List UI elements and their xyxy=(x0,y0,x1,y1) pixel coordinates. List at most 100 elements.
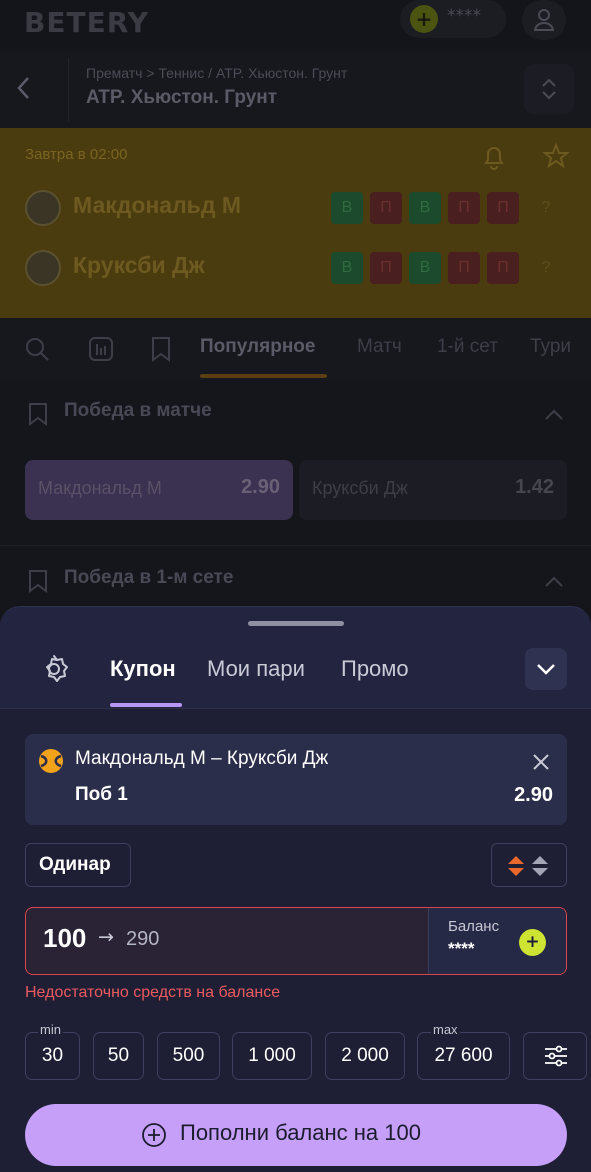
form-result: П xyxy=(487,192,519,224)
chevron-up-icon[interactable] xyxy=(544,573,564,592)
tab-match[interactable]: Матч xyxy=(357,336,402,358)
error-message: Недостаточно средств на балансе xyxy=(25,984,281,1001)
quick-stake-chip[interactable]: 50 xyxy=(93,1032,144,1080)
quick-stake-chip[interactable]: 1 000 xyxy=(232,1032,312,1080)
close-icon[interactable] xyxy=(531,752,551,776)
form-result: В xyxy=(331,192,363,224)
balance-value: **** xyxy=(448,939,475,958)
tab-first-set[interactable]: 1-й сет xyxy=(437,336,498,358)
collapse-button[interactable] xyxy=(525,648,567,690)
form-result: П xyxy=(448,252,480,284)
form-result: В xyxy=(409,192,441,224)
chevron-left-icon xyxy=(17,77,29,99)
quick-stake-chip[interactable]: 500 xyxy=(157,1032,220,1080)
breadcrumb-bar: Прематч > Теннис / ATP. Хьюстон. Грунт A… xyxy=(0,52,591,128)
brand-logo[interactable]: BETERY xyxy=(24,6,149,39)
profile-button[interactable] xyxy=(522,0,566,40)
balance-label: Баланс xyxy=(448,918,500,935)
tab-my-bets[interactable]: Мои пари xyxy=(207,656,305,682)
odds-button[interactable]: Макдональд М 2.90 xyxy=(25,460,293,520)
sliders-icon xyxy=(545,1045,567,1067)
market-title: Победа в матче xyxy=(64,400,212,421)
bookmark-icon[interactable] xyxy=(28,569,48,597)
page: BETERY + **** Прематч > Теннис / ATP. Хь… xyxy=(0,0,591,1172)
odds-value: 1.42 xyxy=(515,476,554,498)
form-extra: ? xyxy=(541,199,551,216)
bet-odd: 2.90 xyxy=(514,784,553,806)
stake-settings-button[interactable] xyxy=(523,1032,587,1080)
possible-win: 290 xyxy=(126,928,160,950)
active-tab-indicator xyxy=(110,703,182,707)
chevron-updown-icon xyxy=(542,78,556,100)
form-result: В xyxy=(331,252,363,284)
bookmark-icon[interactable] xyxy=(150,336,172,366)
player-avatar xyxy=(25,250,61,286)
user-icon xyxy=(534,9,554,31)
bet-outcome: Поб 1 xyxy=(75,784,128,805)
form-result: П xyxy=(370,192,402,224)
odds-name: Макдональд М xyxy=(38,478,162,498)
chip-tag-max: max xyxy=(431,1022,460,1037)
bet-slip-sheet: Купон Мои пари Промо Макдональд М – Крук… xyxy=(0,606,591,1172)
bet-match-name: Макдональд М – Круксби Дж xyxy=(75,748,329,769)
favorite-star-icon[interactable] xyxy=(542,142,570,174)
bookmark-icon[interactable] xyxy=(28,402,48,430)
quick-stake-chip[interactable]: 27 600 xyxy=(417,1032,510,1080)
form-result: П xyxy=(448,192,480,224)
quick-stake-chip[interactable]: 30 xyxy=(25,1032,80,1080)
market-block: Победа в матче Макдональд М 2.90 Круксби… xyxy=(0,380,591,540)
chip-tag-min: min xyxy=(38,1022,63,1037)
stake-input[interactable]: 100 → 290 Баланс **** + xyxy=(25,907,567,975)
odds-name: Круксби Дж xyxy=(312,478,408,498)
selected-bet-card: Макдональд М – Круксби Дж Поб 1 2.90 xyxy=(25,734,567,825)
chevron-up-icon[interactable] xyxy=(544,406,564,425)
top-up-balance-button[interactable]: Пополни баланс на 100 xyxy=(25,1104,567,1166)
tennis-ball-icon xyxy=(38,748,64,778)
team-name: Макдональд М xyxy=(73,192,241,218)
add-funds-icon[interactable]: + xyxy=(410,5,438,33)
switch-league-button[interactable] xyxy=(524,64,574,114)
stake-value[interactable]: 100 xyxy=(43,923,86,954)
form-result: П xyxy=(370,252,402,284)
tab-promo[interactable]: Промо xyxy=(341,656,409,682)
market-tabs: Популярное Матч 1-й сет Тури xyxy=(0,318,591,380)
team-name: Круксби Дж xyxy=(73,252,205,278)
back-button[interactable] xyxy=(14,74,54,106)
top-header: BETERY + **** xyxy=(0,0,591,48)
arrow-right-icon: → xyxy=(98,926,114,948)
tab-popular[interactable]: Популярное xyxy=(200,336,315,358)
team-row: Круксби Дж В П В П П ? xyxy=(25,248,585,288)
balance-box: Баланс **** + xyxy=(428,908,566,974)
odds-value: 2.90 xyxy=(241,476,280,498)
drag-handle[interactable] xyxy=(248,621,344,626)
divider xyxy=(68,58,69,122)
stats-icon[interactable] xyxy=(88,336,114,366)
form-result: П xyxy=(487,252,519,284)
quick-stake-chip[interactable]: 2 000 xyxy=(325,1032,405,1080)
active-tab-indicator xyxy=(200,374,327,378)
search-icon[interactable] xyxy=(24,336,50,366)
tab-tournament[interactable]: Тури xyxy=(530,336,571,358)
chevron-down-icon xyxy=(537,664,555,675)
breadcrumb[interactable]: Прематч > Теннис / ATP. Хьюстон. Грунт xyxy=(86,65,347,81)
gear-icon[interactable] xyxy=(38,653,70,689)
team-row: Макдональд М В П В П П ? xyxy=(25,188,585,228)
tab-coupon[interactable]: Купон xyxy=(110,656,176,682)
plus-circle-icon xyxy=(142,1123,166,1147)
odds-change-icon xyxy=(508,856,548,876)
odds-change-button[interactable] xyxy=(491,843,567,887)
market-block: Победа в 1-м сете xyxy=(0,545,591,615)
bell-icon[interactable] xyxy=(482,144,506,174)
form-result: В xyxy=(409,252,441,284)
form-extra: ? xyxy=(541,259,551,276)
balance-masked: **** xyxy=(447,6,481,26)
market-title: Победа в 1-м сете xyxy=(64,567,234,588)
add-balance-icon[interactable]: + xyxy=(519,929,546,956)
page-title: ATP. Хьюстон. Грунт xyxy=(86,87,278,108)
player-avatar xyxy=(25,190,61,226)
bet-type-button[interactable]: Одинар xyxy=(25,843,131,887)
match-header: Завтра в 02:00 Макдональд М В П В П П ? … xyxy=(0,128,591,318)
odds-button[interactable]: Круксби Дж 1.42 xyxy=(299,460,567,520)
match-time: Завтра в 02:00 xyxy=(25,146,128,163)
bet-type-label: Одинар xyxy=(39,854,111,875)
